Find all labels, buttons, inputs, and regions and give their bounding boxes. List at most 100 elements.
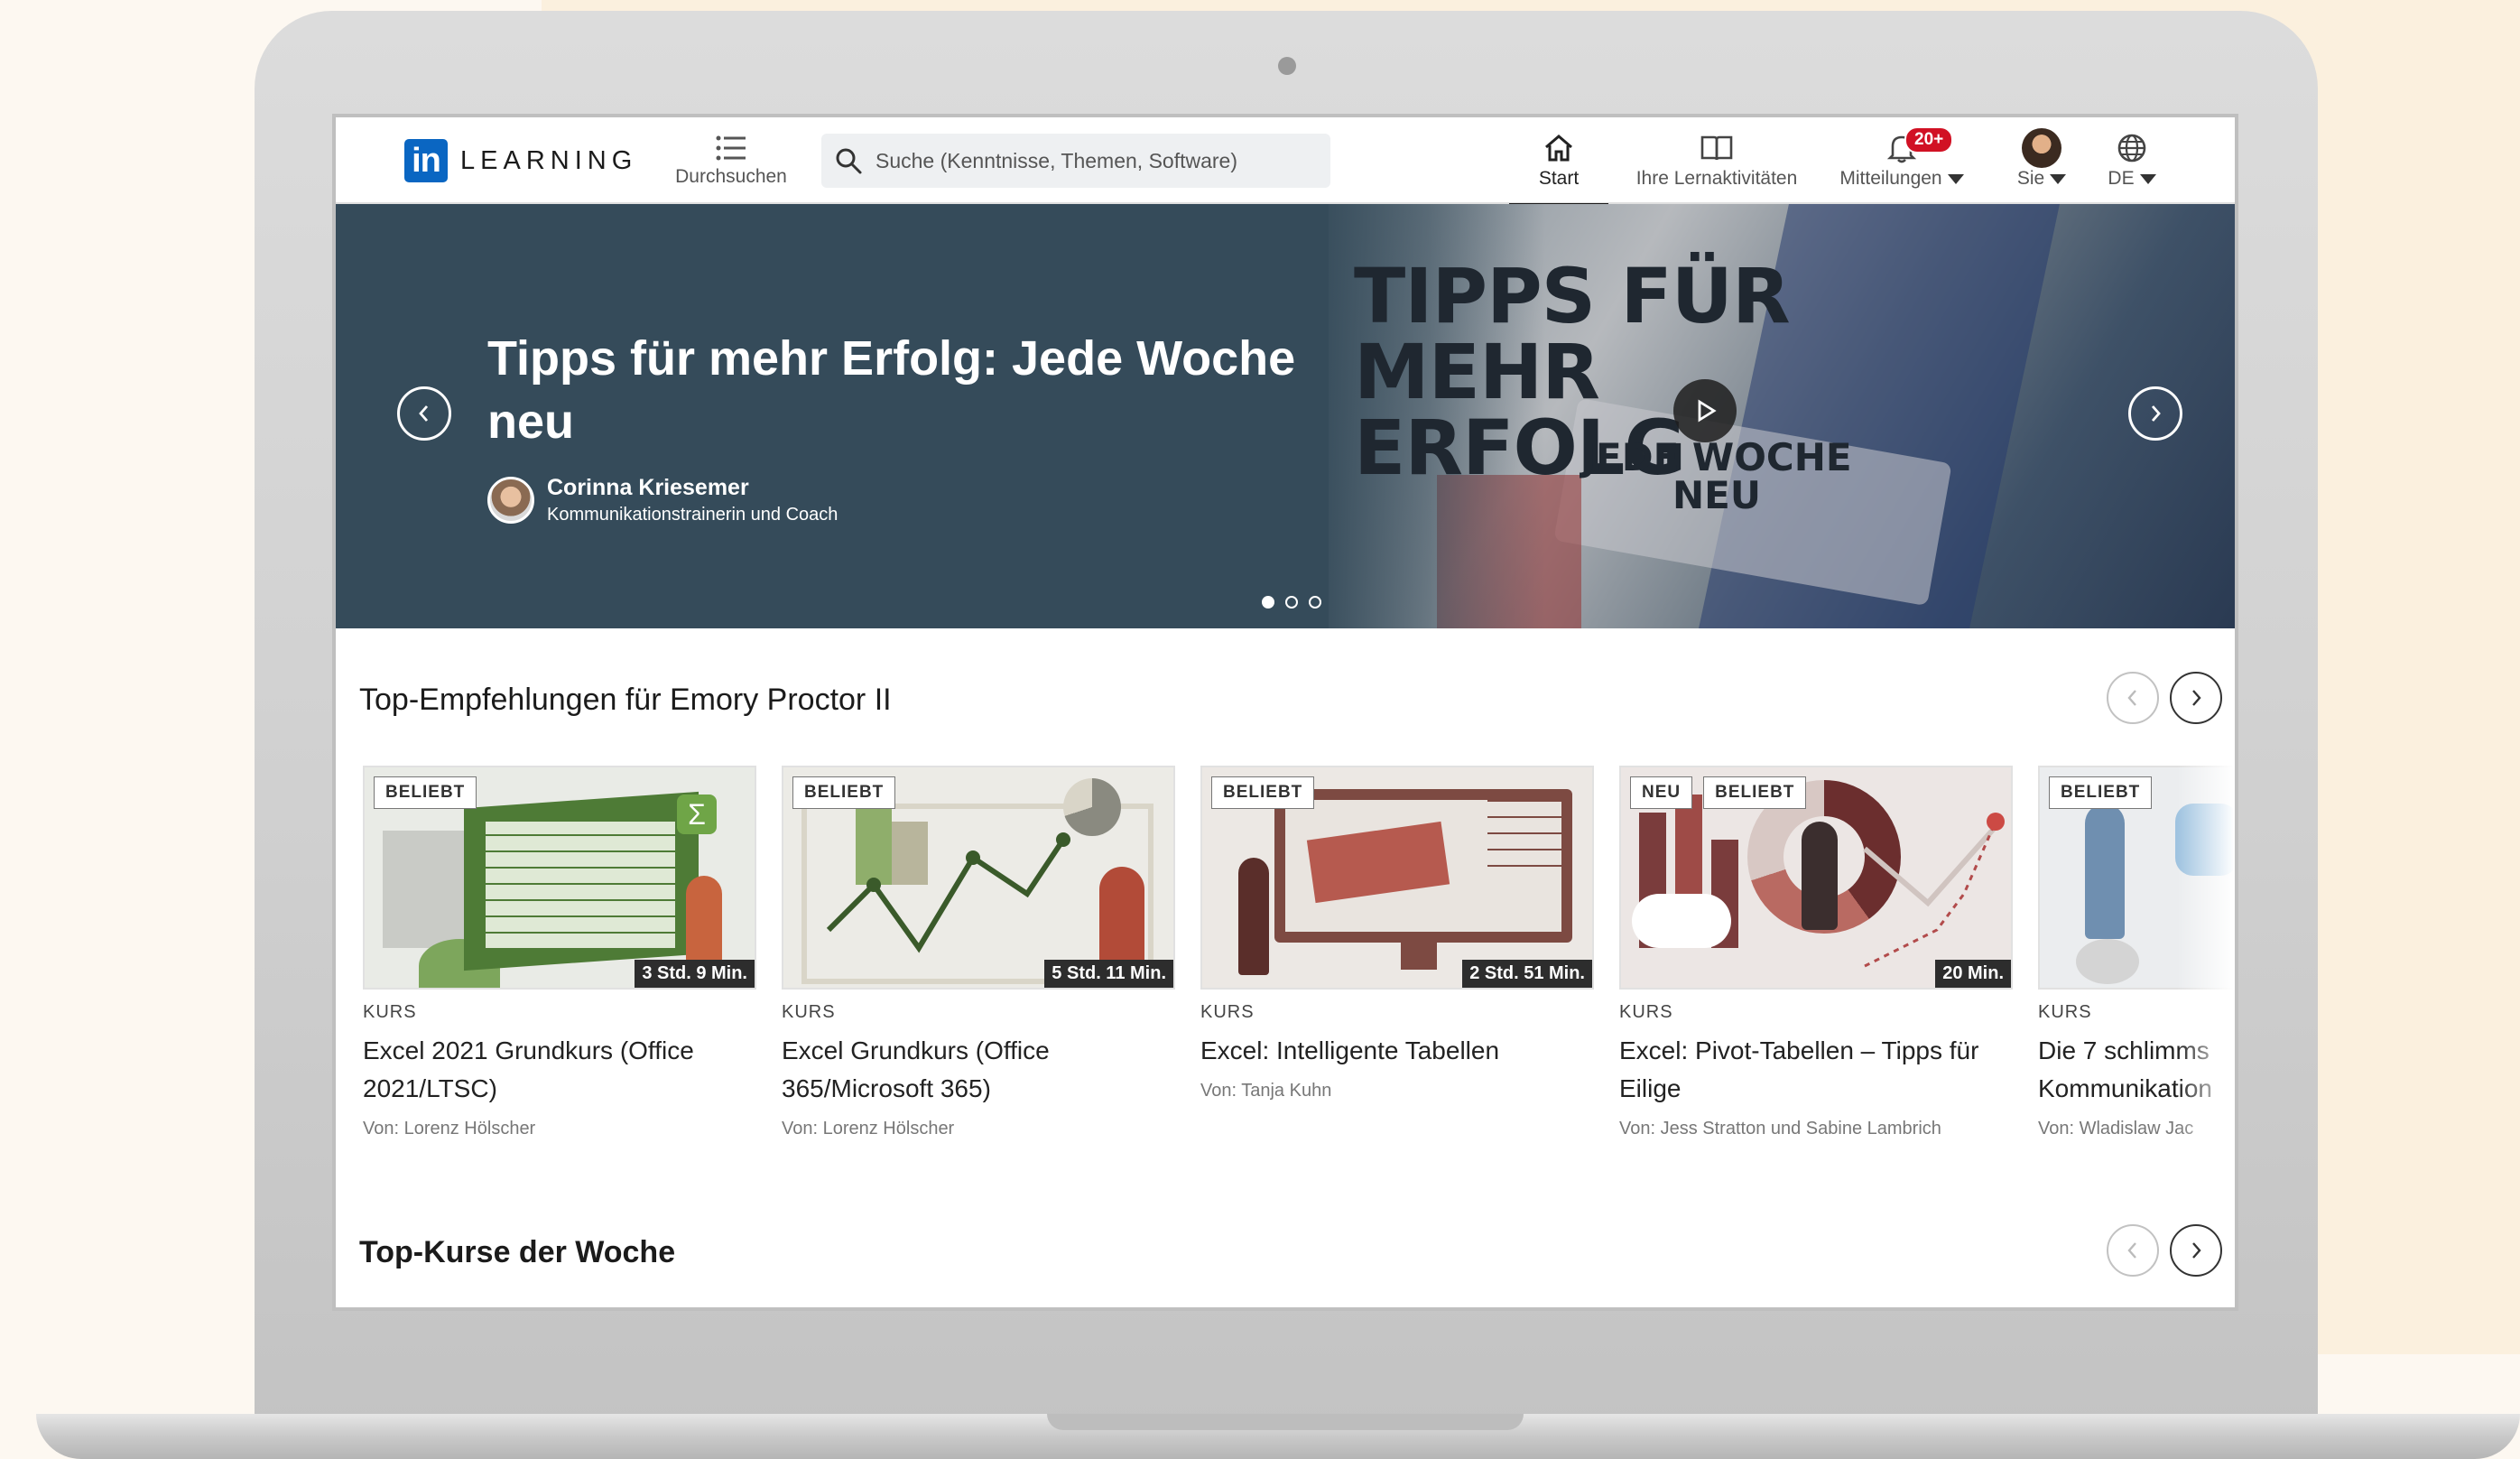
nav-notifications[interactable]: 20+ Mitteilungen [1834, 126, 1969, 190]
course-title[interactable]: Excel: Intelligente Tabellen [1200, 1032, 1594, 1070]
course-duration: 5 Std. 11 Min. [1044, 960, 1173, 988]
card-badges: BELIEBT [374, 776, 477, 809]
course-type: KURS [363, 1002, 417, 1022]
badge-new: NEU [1630, 776, 1693, 809]
nav-language[interactable]: DE [2096, 128, 2168, 190]
card-badges: BELIEBT [1211, 776, 1315, 809]
search-bar[interactable] [821, 134, 1330, 188]
nav-start-label: Start [1538, 168, 1580, 189]
nav-activities[interactable]: Ihre Lernaktivitäten [1626, 128, 1807, 190]
badge-popular: BELIEBT [2049, 776, 2153, 809]
course-duration: 2 Std. 51 Min. [1462, 960, 1592, 988]
person-illustration [1238, 858, 1269, 975]
course-title[interactable]: Excel Grundkurs (Office 365/Microsoft 36… [782, 1032, 1175, 1108]
hero-image-subtitle: JEDE WOCHE NEU [1581, 435, 1852, 517]
notifications-badge: 20+ [1904, 126, 1954, 153]
author-name: Corinna Kriesemer [547, 475, 749, 500]
course-thumbnail[interactable]: Σ BELIEBT 3 Std. 9 Min. [363, 766, 756, 990]
nav-activities-label: Ihre Lernaktivitäten [1635, 168, 1798, 189]
hero-prev-button[interactable] [397, 386, 451, 441]
laptop-camera [1278, 57, 1296, 75]
table-illustration [1487, 800, 1561, 881]
course-author[interactable]: Von: Jess Stratton und Sabine Lambrich [1619, 1119, 2013, 1139]
course-card[interactable]: NEU BELIEBT 20 Min. KURS Excel: Pivot-Ta… [1619, 766, 2013, 1139]
line-chart-illustration [1863, 813, 2005, 968]
sigma-icon: Σ [677, 795, 717, 834]
weekly-next-button[interactable] [2170, 1224, 2222, 1277]
recommendations-title: Top-Empfehlungen für Emory Proctor II [359, 683, 892, 717]
course-thumbnail[interactable]: NEU BELIEBT 20 Min. [1619, 766, 2013, 990]
line-chart-illustration [826, 832, 1070, 953]
nav-language-label: DE [2096, 168, 2168, 190]
chevron-down-icon [2139, 173, 2156, 184]
weekly-prev-button[interactable] [2107, 1224, 2159, 1277]
hero-title[interactable]: Tipps für mehr Erfolg: Jede Woche neu [487, 327, 1300, 453]
search-input[interactable] [876, 148, 1309, 173]
card-badges: BELIEBT [792, 776, 896, 809]
carousel-dots [1262, 596, 1321, 609]
course-author[interactable]: Von: Tanja Kuhn [1200, 1081, 1594, 1101]
course-duration: 20 Min. [1935, 960, 2011, 988]
thumb-shape [383, 831, 473, 948]
chevron-right-icon [2192, 690, 2201, 706]
course-author[interactable]: Von: Lorenz Hölscher [363, 1119, 756, 1139]
course-thumbnail[interactable]: BELIEBT 2 Std. 51 Min. [1200, 766, 1594, 990]
list-icon [668, 130, 794, 166]
avatar [2022, 128, 2061, 168]
home-icon [1527, 128, 1590, 168]
browse-label: Durchsuchen [675, 166, 787, 187]
linkedin-learning-logo[interactable]: in LEARNING [404, 139, 637, 182]
carousel-fade [2177, 731, 2235, 1291]
chevron-down-icon [2050, 173, 2067, 184]
course-author[interactable]: Von: Lorenz Hölscher [782, 1119, 1175, 1139]
nav-me[interactable]: Sie [2006, 128, 2078, 190]
hero-carousel: TIPPS FÜR MEHR ERFOLG JEDE WOCHE NEU Tip… [336, 204, 2235, 628]
play-icon [1698, 399, 1717, 423]
recommendations-next-button[interactable] [2170, 672, 2222, 724]
card-badges: NEU BELIEBT [1630, 776, 1807, 809]
laptop-notch [1047, 1414, 1524, 1430]
course-title[interactable]: Excel 2021 Grundkurs (Office 2021/LTSC) [363, 1032, 756, 1108]
course-title[interactable]: Excel: Pivot-Tabellen – Tipps für Eilige [1619, 1032, 2013, 1108]
chevron-right-icon [2192, 1242, 2201, 1259]
person-illustration [2085, 804, 2125, 939]
globe-icon [2096, 128, 2168, 168]
author-info: Corinna Kriesemer Kommunikationstraineri… [547, 475, 838, 525]
author-role: Kommunikationstrainerin und Coach [547, 505, 838, 525]
nav-notifications-label: Mitteilungen [1834, 168, 1969, 190]
weekly-courses-title: Top-Kurse der Woche [359, 1235, 676, 1269]
browse-button[interactable]: Durchsuchen [668, 130, 794, 188]
play-button[interactable] [1673, 379, 1737, 442]
chevron-left-icon [2127, 690, 2136, 706]
course-card[interactable]: Σ BELIEBT 3 Std. 9 Min. KURS Excel 2021 … [363, 766, 756, 1139]
carousel-dot[interactable] [1309, 596, 1321, 609]
nav-me-label: Sie [2006, 168, 2078, 190]
course-duration: 3 Std. 9 Min. [635, 960, 755, 988]
nav-start[interactable]: Start [1509, 128, 1608, 206]
cloud-illustration [1632, 894, 1731, 948]
course-type: KURS [1619, 1002, 1673, 1022]
book-icon [1626, 128, 1807, 168]
bell-icon: 20+ [1834, 126, 1969, 168]
course-thumbnail[interactable]: BELIEBT 5 Std. 11 Min. [782, 766, 1175, 990]
spreadsheet-grid [486, 822, 675, 948]
card-badges: BELIEBT [2049, 776, 2153, 809]
search-icon [834, 146, 863, 175]
pie-illustration [1063, 778, 1121, 836]
laptop-screen: in LEARNING Durchsuchen Start Ihr [332, 114, 2238, 1311]
course-card[interactable]: BELIEBT 5 Std. 11 Min. KURS Excel Grundk… [782, 766, 1175, 1139]
chevron-down-icon [1947, 173, 1964, 184]
course-card[interactable]: BELIEBT 2 Std. 51 Min. KURS Excel: Intel… [1200, 766, 1594, 1101]
chevron-left-icon [2127, 1242, 2136, 1259]
monitor-stand [1401, 943, 1437, 970]
author-avatar [487, 477, 534, 524]
badge-popular: BELIEBT [374, 776, 477, 809]
linkedin-logo-mark: in [404, 139, 448, 182]
carousel-dot[interactable] [1262, 596, 1274, 609]
carousel-dot[interactable] [1285, 596, 1298, 609]
hero-next-button[interactable] [2128, 386, 2182, 441]
recommendations-prev-button[interactable] [2107, 672, 2159, 724]
badge-popular: BELIEBT [1211, 776, 1315, 809]
pedestal-illustration [2076, 939, 2139, 984]
chevron-left-icon [419, 405, 429, 422]
